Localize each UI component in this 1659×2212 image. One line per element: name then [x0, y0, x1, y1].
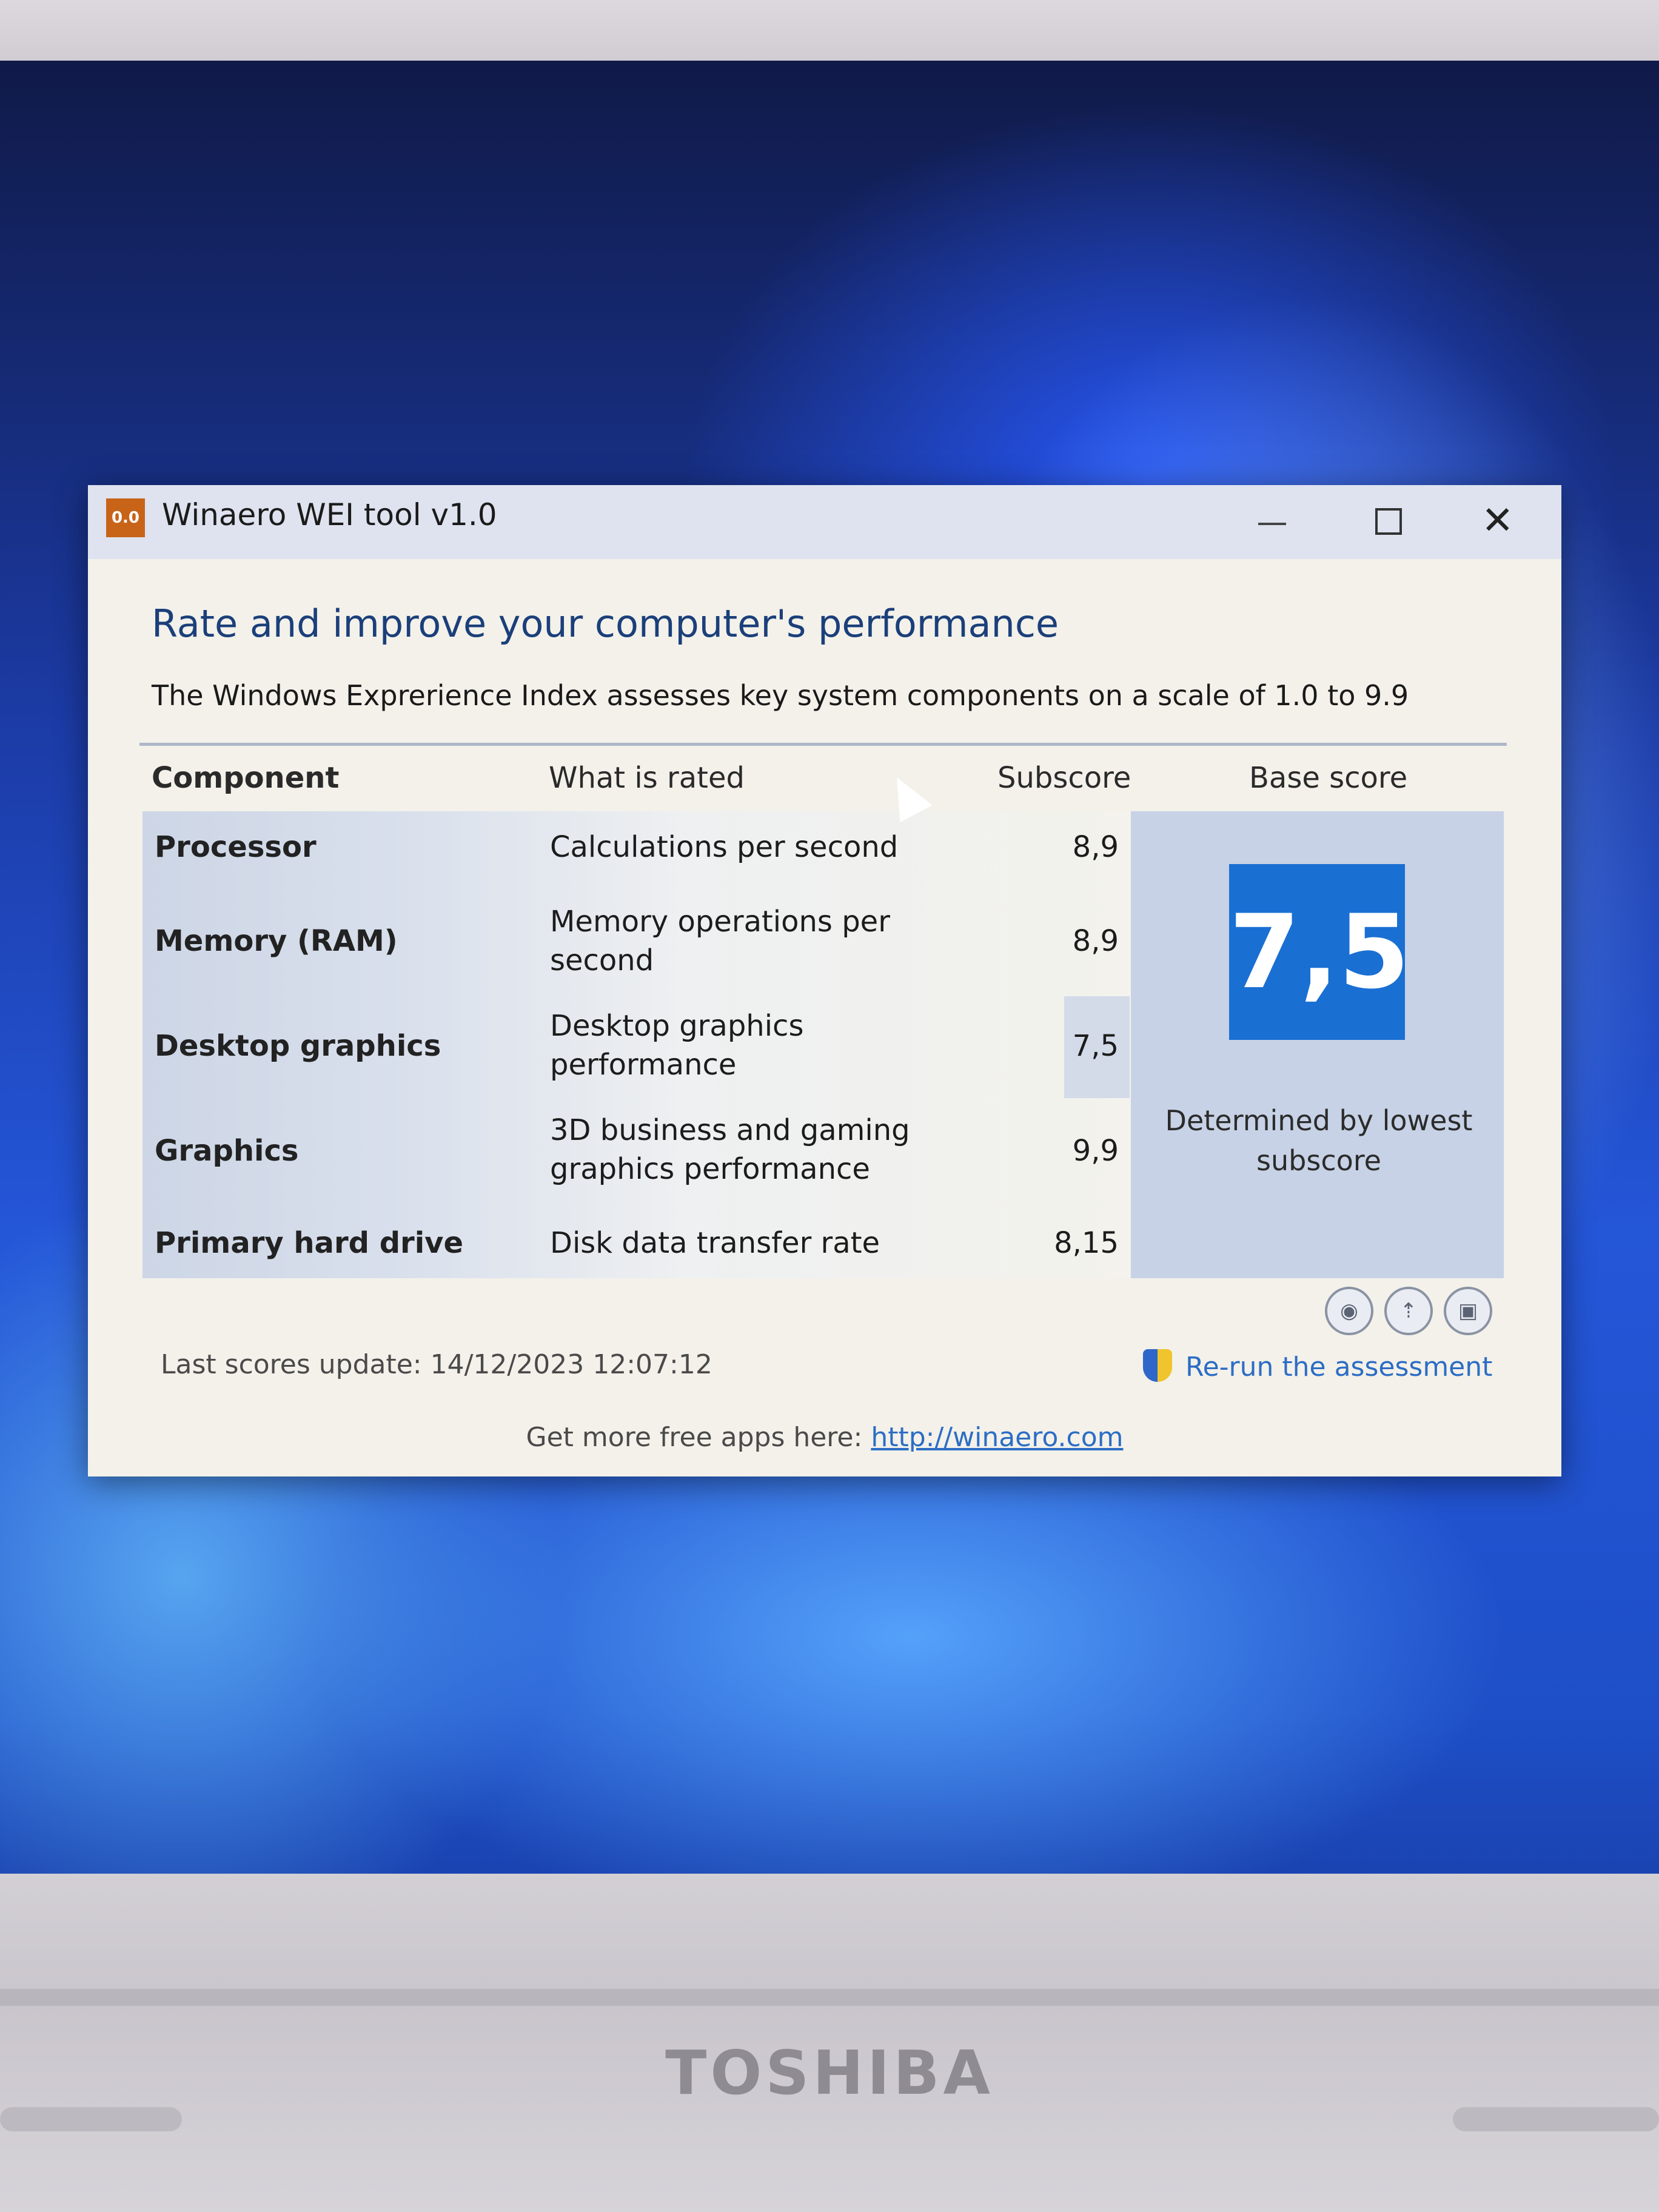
row-desktop-graphics-what: Desktop graphics performance	[550, 1009, 804, 1082]
last-update-text: Last scores update: 14/12/2023 12:07:12	[161, 1349, 712, 1380]
row-processor-what: Calculations per second	[550, 830, 899, 864]
hinge-left	[0, 2107, 182, 2131]
row-graphics-component: Graphics	[155, 1134, 299, 1168]
header-divider	[139, 743, 1507, 746]
column-header-what: What is rated	[549, 761, 745, 795]
row-graphics-subscore: 9,9	[1072, 1134, 1119, 1168]
row-memory-what: Memory operations per second	[550, 905, 890, 977]
app-icon: 0.0	[106, 498, 145, 537]
camera-icon[interactable]: ◉	[1325, 1287, 1373, 1335]
title-bar[interactable]: 0.0 Winaero WEI tool v1.0 ✕	[88, 485, 1561, 559]
window-title: Winaero WEI tool v1.0	[162, 497, 497, 532]
rerun-label[interactable]: Re-run the assessment	[1185, 1352, 1492, 1382]
row-memory-subscore: 8,9	[1072, 924, 1119, 958]
page-subtitle: The Windows Exprerience Index assesses k…	[152, 679, 1409, 712]
column-header-base-score: Base score	[1249, 761, 1408, 795]
rerun-assessment-link[interactable]: Re-run the assessment	[1143, 1349, 1492, 1382]
base-score-note: Determined by lowest subscore	[1165, 1104, 1473, 1177]
page-title: Rate and improve your computer's perform…	[152, 602, 1059, 646]
row-processor-subscore: 8,9	[1072, 830, 1119, 864]
column-header-subscore: Subscore	[997, 761, 1131, 795]
uac-shield-icon	[1143, 1349, 1172, 1382]
row-memory-component: Memory (RAM)	[155, 924, 398, 958]
bezel-edge	[0, 1989, 1659, 2006]
base-score-value: 7,5	[1229, 893, 1410, 1011]
row-desktop-graphics-subscore: 7,5	[1072, 1029, 1119, 1063]
laptop-bezel-top	[0, 0, 1659, 67]
close-button[interactable]: ✕	[1481, 494, 1514, 548]
winaero-link[interactable]: http://winaero.com	[871, 1422, 1123, 1453]
row-hard-drive-what: Disk data transfer rate	[550, 1226, 880, 1260]
row-hard-drive-component: Primary hard drive	[155, 1226, 464, 1260]
footer-text: Get more free apps here:	[526, 1422, 863, 1453]
wei-tool-window: 0.0 Winaero WEI tool v1.0 ✕ Rate and imp…	[88, 485, 1561, 1476]
row-desktop-graphics-component: Desktop graphics	[155, 1029, 441, 1063]
footer: Get more free apps here: http://winaero.…	[88, 1422, 1561, 1453]
column-header-component: Component	[152, 761, 340, 795]
row-hard-drive-subscore: 8,15	[1054, 1226, 1119, 1260]
row-graphics-what: 3D business and gaming graphics performa…	[550, 1113, 910, 1186]
row-processor-component: Processor	[155, 830, 317, 864]
maximize-button[interactable]	[1375, 508, 1402, 535]
upload-icon[interactable]: ⇡	[1384, 1287, 1433, 1335]
hinge-right	[1453, 2107, 1659, 2131]
save-icon[interactable]: ▣	[1444, 1287, 1492, 1335]
minimize-button[interactable]	[1258, 523, 1286, 525]
laptop-brand-logo: TOSHIBA	[665, 2037, 994, 2108]
base-score-tile: 7,5	[1229, 864, 1410, 1040]
